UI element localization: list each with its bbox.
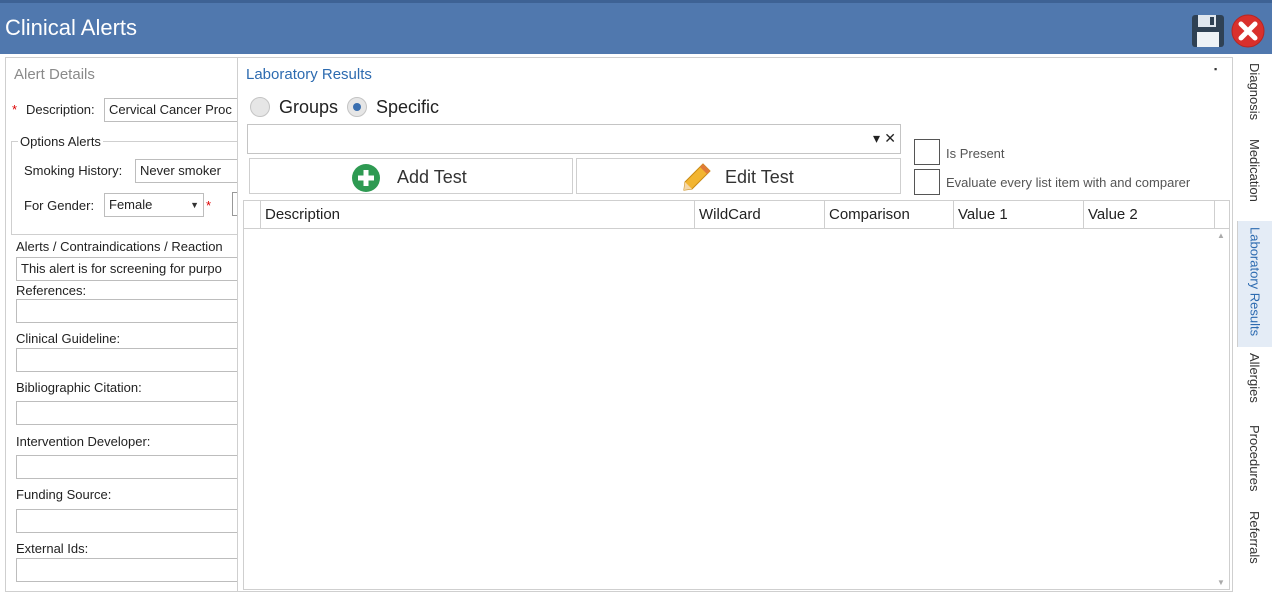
- add-test-label: Add Test: [397, 167, 467, 187]
- options-alerts-header: Options Alerts: [18, 134, 103, 149]
- citation-input[interactable]: [16, 401, 237, 425]
- funding-input[interactable]: [16, 509, 237, 533]
- column-value1[interactable]: Value 1: [953, 201, 1083, 228]
- alert-details-header: Alert Details: [14, 66, 95, 83]
- clear-icon[interactable]: ✕: [884, 130, 896, 147]
- grid-header-spacer: [1214, 201, 1229, 228]
- tab-referrals[interactable]: Referrals: [1237, 505, 1272, 575]
- pin-icon[interactable]: ▪: [1214, 64, 1217, 74]
- evaluate-every-checkbox[interactable]: [914, 169, 940, 195]
- clinical-guideline-label: Clinical Guideline:: [16, 331, 121, 346]
- is-present-checkbox[interactable]: [914, 139, 940, 165]
- description-input[interactable]: Cervical Cancer Proc: [104, 98, 237, 122]
- chevron-down-icon: ▼: [190, 200, 199, 210]
- options-alerts-group: [11, 141, 237, 235]
- lab-results-grid[interactable]: Description WildCard Comparison Value 1 …: [243, 200, 1230, 590]
- developer-input[interactable]: [16, 455, 237, 479]
- radio-specific-circle[interactable]: [347, 97, 367, 118]
- pencil-icon: [683, 163, 711, 191]
- column-value2[interactable]: Value 2: [1083, 201, 1214, 228]
- close-icon[interactable]: [1230, 13, 1266, 49]
- grid-scrollbar[interactable]: ▲ ▼: [1213, 229, 1229, 589]
- add-icon: [352, 164, 380, 192]
- lab-results-title: Laboratory Results: [246, 66, 372, 83]
- grid-corner: [244, 201, 260, 228]
- citation-label: Bibliographic Citation:: [16, 380, 142, 395]
- evaluate-every-label: Evaluate every list item with and compar…: [946, 175, 1191, 190]
- required-mark: *: [12, 102, 18, 117]
- clinical-guideline-input[interactable]: [16, 348, 237, 372]
- save-icon[interactable]: [1190, 13, 1226, 49]
- add-test-button[interactable]: Add Test: [249, 158, 573, 194]
- scroll-down-icon[interactable]: ▼: [1217, 578, 1225, 587]
- alerts-input[interactable]: This alert is for screening for purpo: [16, 257, 237, 281]
- dropdown-icon[interactable]: ▾: [873, 130, 880, 147]
- scroll-up-icon[interactable]: ▲: [1217, 231, 1225, 240]
- radio-groups-label: Groups: [279, 96, 339, 117]
- is-present-label: Is Present: [946, 146, 1005, 161]
- radio-groups-circle[interactable]: [250, 97, 270, 118]
- gender-required-mark: *: [206, 198, 212, 213]
- radio-specific-label: Specific: [376, 96, 440, 117]
- gender-value: Female: [109, 197, 153, 212]
- window-title: Clinical Alerts: [5, 15, 138, 40]
- alerts-label: Alerts / Contraindications / Reaction: [16, 239, 223, 254]
- gender-select[interactable]: Female ▼: [104, 193, 204, 217]
- developer-label: Intervention Developer:: [16, 434, 151, 449]
- column-description[interactable]: Description: [260, 201, 694, 228]
- tab-procedures[interactable]: Procedures: [1237, 419, 1272, 505]
- tab-diagnosis[interactable]: Diagnosis: [1237, 57, 1272, 133]
- gender-label: For Gender:: [24, 198, 95, 213]
- external-ids-label: External Ids:: [16, 541, 89, 556]
- laboratory-results-panel: Laboratory Results ▪ Groups Specific ▾ ✕…: [237, 57, 1233, 592]
- alert-details-panel: Alert Details * Description: Cervical Ca…: [5, 57, 237, 592]
- section-tabs: Diagnosis Medication Laboratory Results …: [1237, 57, 1272, 592]
- grid-header: Description WildCard Comparison Value 1 …: [244, 201, 1229, 229]
- tab-allergies[interactable]: Allergies: [1237, 347, 1272, 419]
- column-comparison[interactable]: Comparison: [824, 201, 953, 228]
- smoking-history-label: Smoking History:: [24, 163, 123, 178]
- radio-groups[interactable]: Groups: [250, 96, 338, 118]
- tab-laboratory-results[interactable]: Laboratory Results: [1237, 221, 1272, 347]
- references-label: References:: [16, 283, 87, 298]
- funding-label: Funding Source:: [16, 487, 112, 502]
- smoking-history-input[interactable]: Never smoker: [135, 159, 237, 183]
- description-label: Description:: [26, 102, 95, 117]
- tab-medication[interactable]: Medication: [1237, 133, 1272, 221]
- edit-test-label: Edit Test: [725, 167, 794, 187]
- external-ids-input[interactable]: [16, 558, 237, 582]
- radio-specific[interactable]: Specific: [347, 96, 439, 118]
- lab-test-combobox[interactable]: ▾ ✕: [247, 124, 901, 154]
- title-bar: Clinical Alerts: [0, 0, 1272, 54]
- column-wildcard[interactable]: WildCard: [694, 201, 824, 228]
- references-input[interactable]: [16, 299, 237, 323]
- edit-test-button[interactable]: Edit Test: [576, 158, 901, 194]
